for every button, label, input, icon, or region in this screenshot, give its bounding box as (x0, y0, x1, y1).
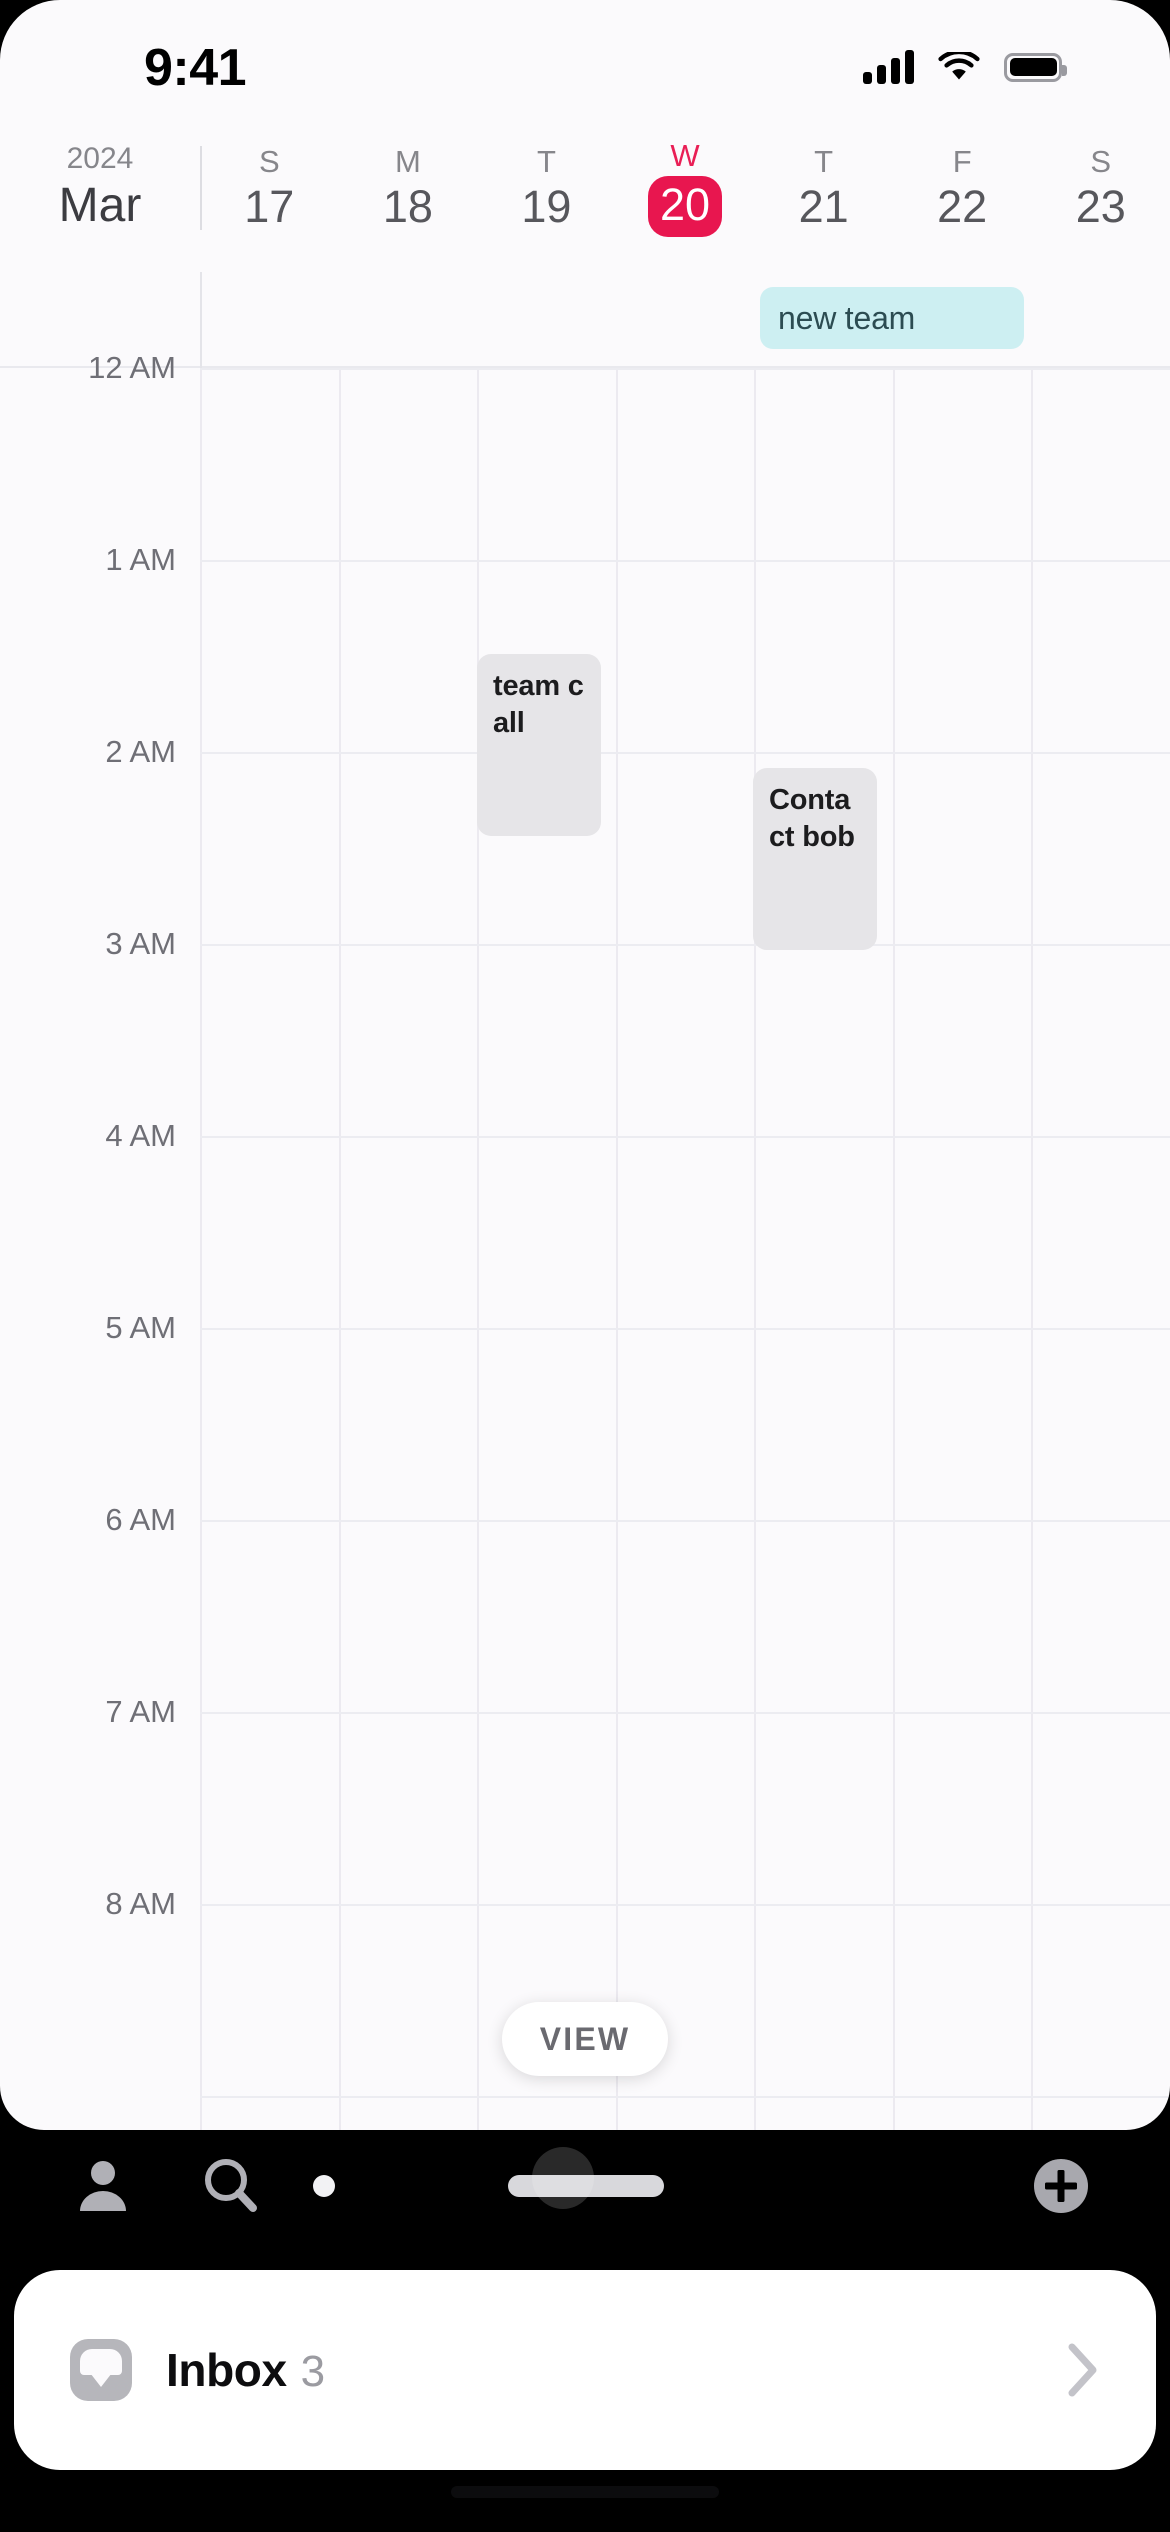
weekday-header-row: S 17 M 18 T 19 W 20 T 21 F 22 S 23 (200, 118, 1170, 258)
day-column-18[interactable] (338, 368, 478, 2130)
day-header-17[interactable]: S 17 (200, 118, 339, 258)
search-icon[interactable] (200, 2155, 262, 2217)
event-team-call[interactable]: team call (477, 654, 601, 836)
hour-label-4am: 4 AM (105, 1118, 176, 1153)
bottom-toolbar (0, 2130, 1170, 2242)
inbox-label: Inbox (166, 2344, 287, 2396)
inbox-card[interactable]: Inbox 3 (14, 2270, 1156, 2470)
chevron-right-icon[interactable] (1066, 2341, 1100, 2399)
hour-gridline (200, 368, 1170, 370)
day-number-label: 23 (1075, 180, 1126, 232)
hour-gridline (200, 560, 1170, 562)
all-day-event-new-team[interactable]: new team (760, 287, 1024, 349)
day-number-label: 22 (937, 180, 988, 232)
battery-icon (1004, 52, 1067, 82)
inbox-count-badge: 3 (300, 2347, 326, 2396)
all-day-event-title: new team (778, 299, 916, 336)
hour-gridline (200, 2096, 1170, 2098)
day-columns (200, 368, 1170, 2130)
all-day-divider (200, 272, 202, 368)
day-column-17[interactable] (200, 368, 339, 2130)
drag-handle-knob (532, 2147, 594, 2209)
status-bar-icons (863, 50, 1067, 84)
day-number-label: 19 (521, 180, 572, 232)
hour-label-2am: 2 AM (105, 734, 176, 769)
month-year-block[interactable]: 2024 Mar (0, 118, 200, 258)
day-column-22[interactable] (892, 368, 1032, 2130)
day-of-week-label: W (670, 138, 700, 174)
plus-circle-icon[interactable] (1030, 2155, 1092, 2217)
day-header-21[interactable]: T 21 (754, 118, 893, 258)
day-column-21[interactable] (754, 368, 893, 2130)
day-number-label-today: 20 (647, 176, 723, 237)
day-of-week-label: M (394, 143, 421, 179)
day-of-week-label: T (536, 143, 556, 179)
day-header-20-today[interactable]: W 20 (616, 118, 755, 258)
hour-label-7am: 7 AM (105, 1694, 176, 1729)
day-header-19[interactable]: T 19 (477, 118, 616, 258)
day-column-19[interactable] (477, 368, 616, 2130)
hour-gridline (200, 752, 1170, 754)
signal-bars-icon (863, 50, 914, 84)
hour-gridline (200, 1520, 1170, 1522)
inbox-tray-icon (70, 2339, 132, 2401)
day-number-label: 17 (244, 180, 295, 232)
year-label: 2024 (66, 141, 134, 175)
drag-handle-icon[interactable] (508, 2147, 664, 2217)
wifi-icon (938, 52, 980, 80)
hour-label-6am: 6 AM (105, 1502, 176, 1537)
day-number-label: 21 (798, 180, 849, 232)
hour-label-5am: 5 AM (105, 1310, 176, 1345)
calendar-app-surface: 9:41 2024 Mar S 17 M 18 T 19 W 20 T 21 F… (0, 0, 1170, 2130)
status-bar: 9:41 (0, 0, 1170, 118)
phone-screen: 9:41 2024 Mar S 17 M 18 T 19 W 20 T 21 F… (0, 0, 1170, 2532)
day-header-22[interactable]: F 22 (893, 118, 1032, 258)
event-contact-bob[interactable]: Contact bob (753, 768, 877, 950)
hour-label-1am: 1 AM (105, 542, 176, 577)
day-of-week-label: S (1090, 143, 1112, 179)
day-header-23[interactable]: S 23 (1031, 118, 1170, 258)
day-of-week-label: S (258, 143, 280, 179)
day-column-23[interactable] (1031, 368, 1170, 2130)
date-header: 2024 Mar S 17 M 18 T 19 W 20 T 21 F 22 S… (0, 118, 1170, 258)
day-header-18[interactable]: M 18 (339, 118, 478, 258)
hour-label-3am: 3 AM (105, 926, 176, 961)
day-of-week-label: T (814, 143, 834, 179)
day-number-label: 18 (382, 180, 433, 232)
hour-gutter: 12 AM 1 AM 2 AM 3 AM 4 AM 5 AM 6 AM 7 AM… (0, 350, 200, 2130)
hour-gridline (200, 944, 1170, 946)
day-column-20[interactable] (615, 368, 755, 2130)
hour-label-12am: 12 AM (88, 350, 176, 385)
month-label: Mar (58, 179, 142, 233)
status-bar-time: 9:41 (144, 39, 247, 97)
dot-icon[interactable] (313, 2175, 335, 2197)
hour-label-8am: 8 AM (105, 1886, 176, 1921)
home-indicator (451, 2486, 719, 2498)
view-button-label: VIEW (539, 2020, 631, 2057)
day-of-week-label: F (952, 143, 972, 179)
hour-gridline (200, 1136, 1170, 1138)
hour-gridline (200, 1328, 1170, 1330)
time-grid: 12 AM 1 AM 2 AM 3 AM 4 AM 5 AM 6 AM 7 AM… (0, 350, 1170, 2130)
view-button[interactable]: VIEW (502, 2002, 668, 2076)
inbox-text-group: Inbox 3 (166, 2343, 325, 2397)
hour-gridline (200, 1904, 1170, 1906)
person-icon[interactable] (72, 2155, 134, 2217)
hour-gridline (200, 1712, 1170, 1714)
